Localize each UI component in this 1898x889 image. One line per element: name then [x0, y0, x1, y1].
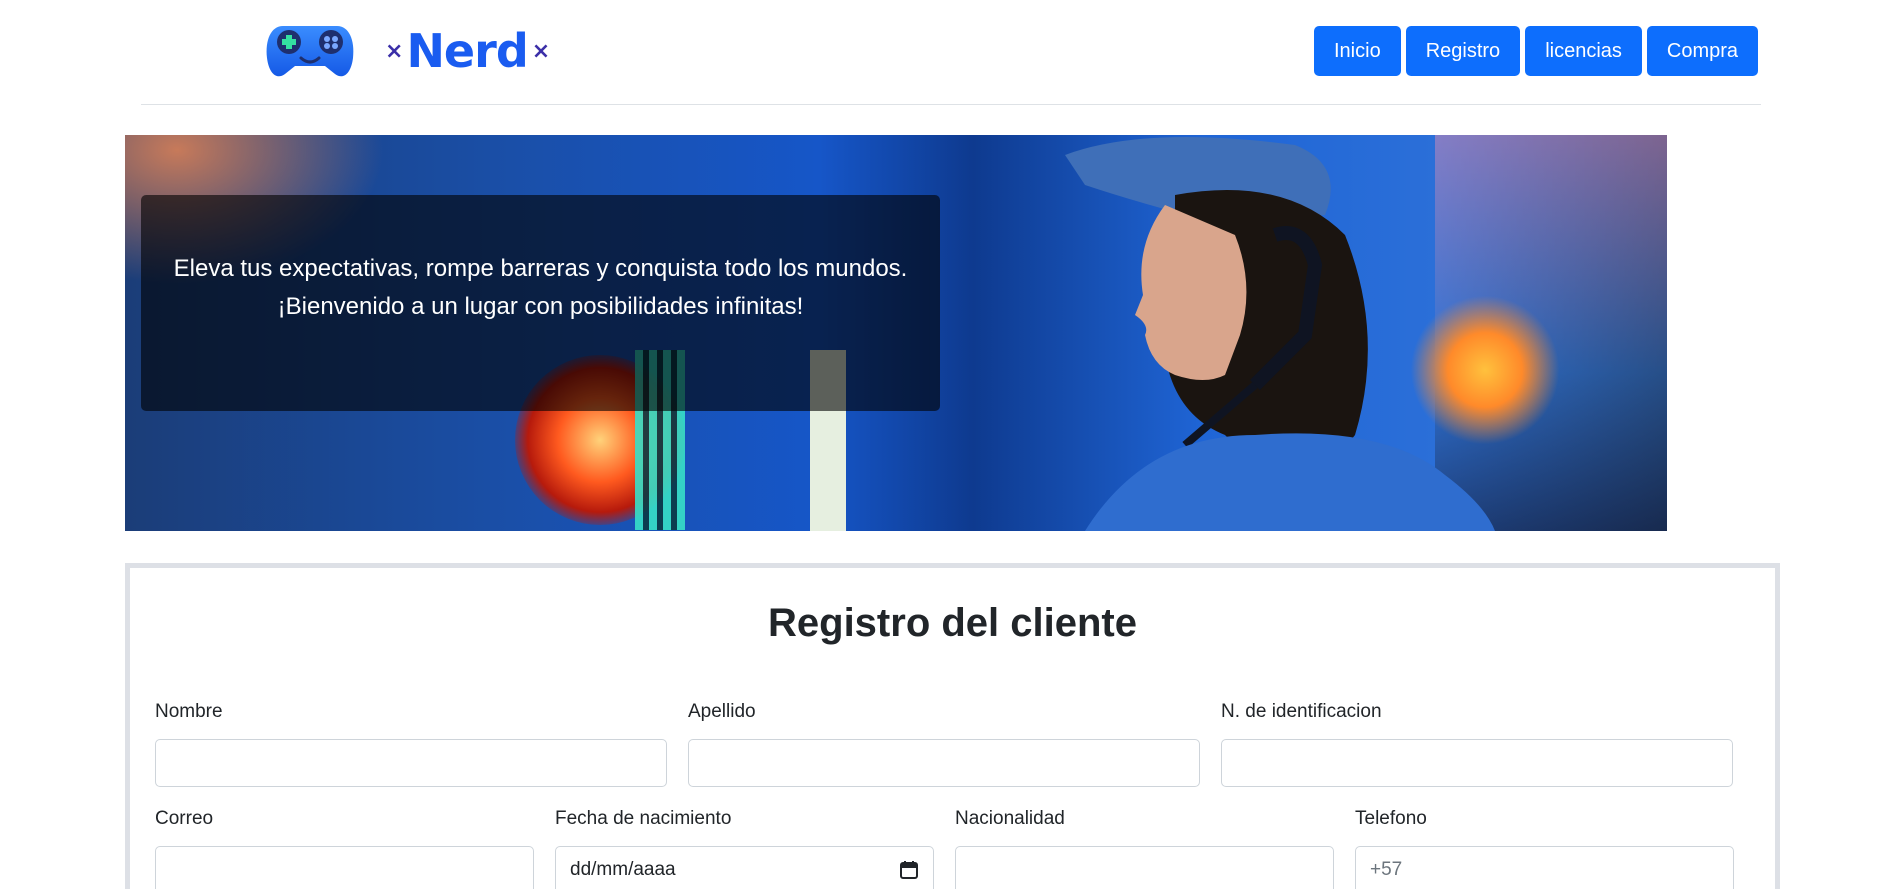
correo-input[interactable]: [155, 846, 534, 889]
telefono-label: Telefono: [1355, 808, 1427, 829]
nacionalidad-label: Nacionalidad: [955, 808, 1065, 829]
nav-inicio-button[interactable]: Inicio: [1314, 26, 1401, 76]
hero-caption: Eleva tus expectativas, rompe barreras y…: [141, 195, 940, 411]
apellido-group: Apellido: [688, 698, 1200, 787]
brand-wordmark: × Nerd ×: [381, 24, 553, 78]
hero-tagline: Eleva tus expectativas, rompe barreras y…: [173, 255, 908, 282]
brand-logo[interactable]: × Nerd ×: [265, 22, 553, 80]
registration-form: Registro del cliente Nombre Apellido N. …: [125, 563, 1780, 889]
apellido-input[interactable]: [688, 739, 1200, 787]
identificacion-group: N. de identificacion: [1221, 698, 1733, 787]
calendar-icon[interactable]: [899, 860, 919, 880]
fecha-input[interactable]: dd/mm/aaaa: [555, 846, 934, 889]
nacionalidad-group: Nacionalidad: [955, 805, 1334, 889]
nav-registro-button[interactable]: Registro: [1405, 26, 1521, 76]
fecha-label: Fecha de nacimiento: [555, 808, 732, 829]
correo-label: Correo: [155, 808, 214, 829]
telefono-group: Telefono +57: [1355, 805, 1734, 889]
telefono-input[interactable]: +57: [1355, 846, 1734, 889]
brand-name: Nerd: [406, 24, 528, 78]
hero-welcome: ¡Bienvenido a un lugar con posibilidades…: [277, 293, 804, 320]
site-header: × Nerd × Inicio Registro licencias Compr…: [141, 0, 1761, 105]
identificacion-input[interactable]: [1221, 739, 1733, 787]
main-nav: Inicio Registro licencias Compra: [1314, 26, 1759, 76]
nav-licencias-button[interactable]: licencias: [1525, 26, 1642, 76]
form-title: Registro del cliente: [768, 601, 1137, 645]
gamepad-icon: [266, 26, 354, 77]
nombre-group: Nombre: [155, 698, 667, 787]
fecha-placeholder: dd/mm/aaaa: [570, 859, 676, 880]
gamer-photo: [1065, 137, 1495, 531]
hero-banner: Eleva tus expectativas, rompe barreras y…: [125, 135, 1667, 531]
nombre-input[interactable]: [155, 739, 667, 787]
brand-right-mark: ×: [531, 38, 550, 64]
brand-left-mark: ×: [385, 38, 403, 64]
nav-compra-button[interactable]: Compra: [1646, 26, 1759, 76]
identificacion-label: N. de identificacion: [1221, 701, 1382, 722]
nombre-label: Nombre: [155, 701, 223, 722]
nacionalidad-input[interactable]: [955, 846, 1334, 889]
apellido-label: Apellido: [688, 701, 756, 722]
fecha-group: Fecha de nacimiento dd/mm/aaaa: [555, 805, 934, 889]
correo-group: Correo: [155, 805, 534, 889]
